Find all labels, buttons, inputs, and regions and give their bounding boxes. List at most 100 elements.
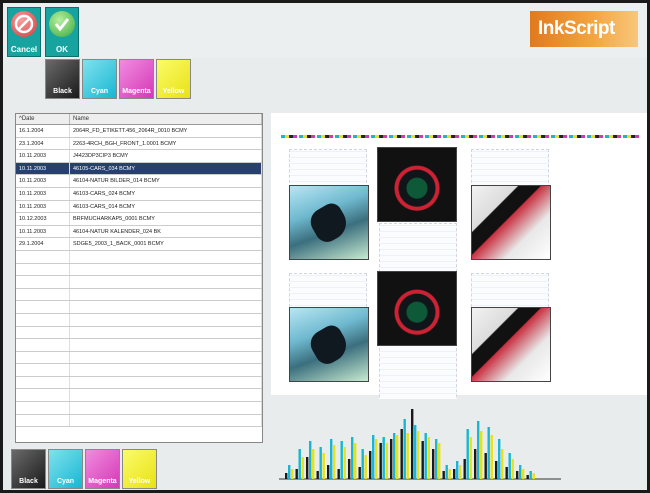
cyan-channel-button[interactable]: Cyan (82, 59, 117, 99)
histogram-bar (322, 453, 325, 479)
row-name: 46103-CARS_024 BCMY (70, 187, 262, 200)
preview-thumbnail-car[interactable] (289, 185, 369, 260)
histogram-bar (411, 409, 414, 479)
cancel-icon (11, 11, 37, 37)
row-date: 10.12.2003 (16, 213, 70, 225)
histogram-bar (438, 443, 441, 479)
empty-row (16, 364, 262, 377)
ink-histogram (271, 399, 647, 487)
date-column-header[interactable]: ^Date (16, 114, 70, 124)
file-list-row[interactable]: 10.11.2003 46104-NATUR KALENDER_024 BK (16, 225, 262, 239)
histogram-bar (375, 439, 378, 479)
empty-cell (16, 402, 70, 414)
empty-row (16, 376, 262, 390)
empty-row (16, 402, 262, 415)
row-date: 29.1.2004 (16, 238, 70, 250)
histogram-bar (456, 461, 459, 479)
empty-cell (70, 313, 262, 326)
histogram-bar (340, 441, 343, 479)
ok-label: OK (56, 45, 68, 54)
preview-thumbnail-seat[interactable] (471, 307, 551, 382)
file-list-row[interactable]: 23.1.2004 2263-4RCH_BGH_FRONT_1.0001 BCMY (16, 137, 262, 151)
black-channel-button[interactable]: Black (11, 449, 46, 489)
file-list-row[interactable]: 10.11.2003 46104-NATUR BILDER_014 BCMY (16, 175, 262, 188)
histogram-bar (295, 469, 298, 479)
histogram-bar (291, 469, 294, 479)
preview-thumbnail-steering-wheel[interactable] (377, 271, 457, 346)
cyan-label: Cyan (56, 478, 75, 485)
histogram-bar (319, 447, 322, 479)
empty-row (16, 339, 262, 352)
histogram-bar (382, 437, 385, 479)
preview-thumbnail-car[interactable] (289, 307, 369, 382)
file-list-row[interactable]: 29.1.2004 SDGE5_2003_1_BACK_0001 BCMY (16, 238, 262, 251)
empty-cell (16, 263, 70, 276)
empty-cell (70, 276, 262, 288)
file-list-row[interactable]: 10.11.2003 46103-CARS_024 BCMY (16, 187, 262, 201)
histogram-bar (511, 459, 514, 479)
empty-cell (70, 326, 262, 339)
histogram-bar (453, 469, 456, 479)
preview-thumbnail-steering-wheel[interactable] (377, 147, 457, 222)
histogram-bar (427, 437, 430, 479)
yellow-channel-button[interactable]: Yellow (156, 59, 191, 99)
file-list-rows: 16.1.2004 2064R_FD_ETIKETT.456_2064R_0010… (16, 125, 262, 428)
logo-text: InkScript (538, 18, 615, 39)
cancel-label: Cancel (10, 45, 38, 54)
magenta-channel-button[interactable]: Magenta (85, 449, 120, 489)
histogram-bar (466, 429, 469, 479)
color-bar-strip (281, 135, 639, 138)
magenta-label: Magenta (88, 478, 117, 485)
empty-cell (16, 301, 70, 313)
histogram-bar (330, 439, 333, 479)
empty-cell (16, 414, 70, 427)
row-name: BRFMUCHARKAP5_0001 BCMY (70, 213, 262, 225)
histogram-bar (333, 445, 336, 479)
histogram-bar (361, 449, 364, 479)
file-list-row[interactable]: 10.11.2003 46105-CARS_034 BCMY (16, 162, 262, 176)
magenta-channel-button[interactable]: Magenta (119, 59, 154, 99)
histogram-bar (487, 427, 490, 479)
empty-cell (70, 351, 262, 364)
histogram-bar (424, 433, 427, 479)
histogram-bar (372, 435, 375, 479)
empty-cell (70, 263, 262, 276)
preview-thumbnail-seat[interactable] (471, 185, 551, 260)
file-list-row[interactable]: 10.11.2003 46103-CARS_014 BCMY (16, 200, 262, 214)
histogram-bar (421, 441, 424, 479)
file-list-row[interactable]: 10.11.2003 J4423DP3CIP3 BCMY (16, 150, 262, 163)
histogram-bar (354, 443, 357, 479)
ok-button[interactable]: OK (45, 7, 79, 57)
row-name: 46104-NATUR KALENDER_024 BK (70, 225, 262, 238)
histogram-bar (445, 465, 448, 479)
empty-row (16, 389, 262, 403)
cancel-button[interactable]: Cancel (7, 7, 41, 57)
empty-cell (16, 276, 70, 288)
row-date: 10.11.2003 (16, 162, 70, 175)
file-list-row[interactable]: 10.12.2003 BRFMUCHARKAP5_0001 BCMY (16, 213, 262, 226)
row-date: 10.11.2003 (16, 150, 70, 162)
histogram-bar (327, 465, 330, 479)
row-name: 46105-CARS_034 BCMY (70, 162, 262, 175)
yellow-channel-button[interactable]: Yellow (122, 449, 157, 489)
histogram-bar (358, 467, 361, 479)
histogram-bar (469, 437, 472, 479)
histogram-bar (288, 465, 291, 479)
row-date: 10.11.2003 (16, 225, 70, 238)
histogram-bar (393, 433, 396, 479)
row-name: 46103-CARS_014 BCMY (70, 200, 262, 213)
cyan-channel-button[interactable]: Cyan (48, 449, 83, 489)
histogram-chart (279, 409, 561, 480)
histogram-bar (501, 449, 504, 479)
empty-row (16, 276, 262, 289)
row-date: 10.11.2003 (16, 187, 70, 200)
empty-row (16, 263, 262, 277)
empty-cell (16, 389, 70, 402)
histogram-bar (459, 465, 462, 479)
name-column-header[interactable]: Name (70, 114, 262, 124)
empty-cell (16, 339, 70, 351)
row-date: 10.11.2003 (16, 200, 70, 213)
magenta-label: Magenta (122, 88, 151, 95)
file-list-row[interactable]: 16.1.2004 2064R_FD_ETIKETT.456_2064R_0010… (16, 125, 262, 138)
black-channel-button[interactable]: Black (45, 59, 80, 99)
